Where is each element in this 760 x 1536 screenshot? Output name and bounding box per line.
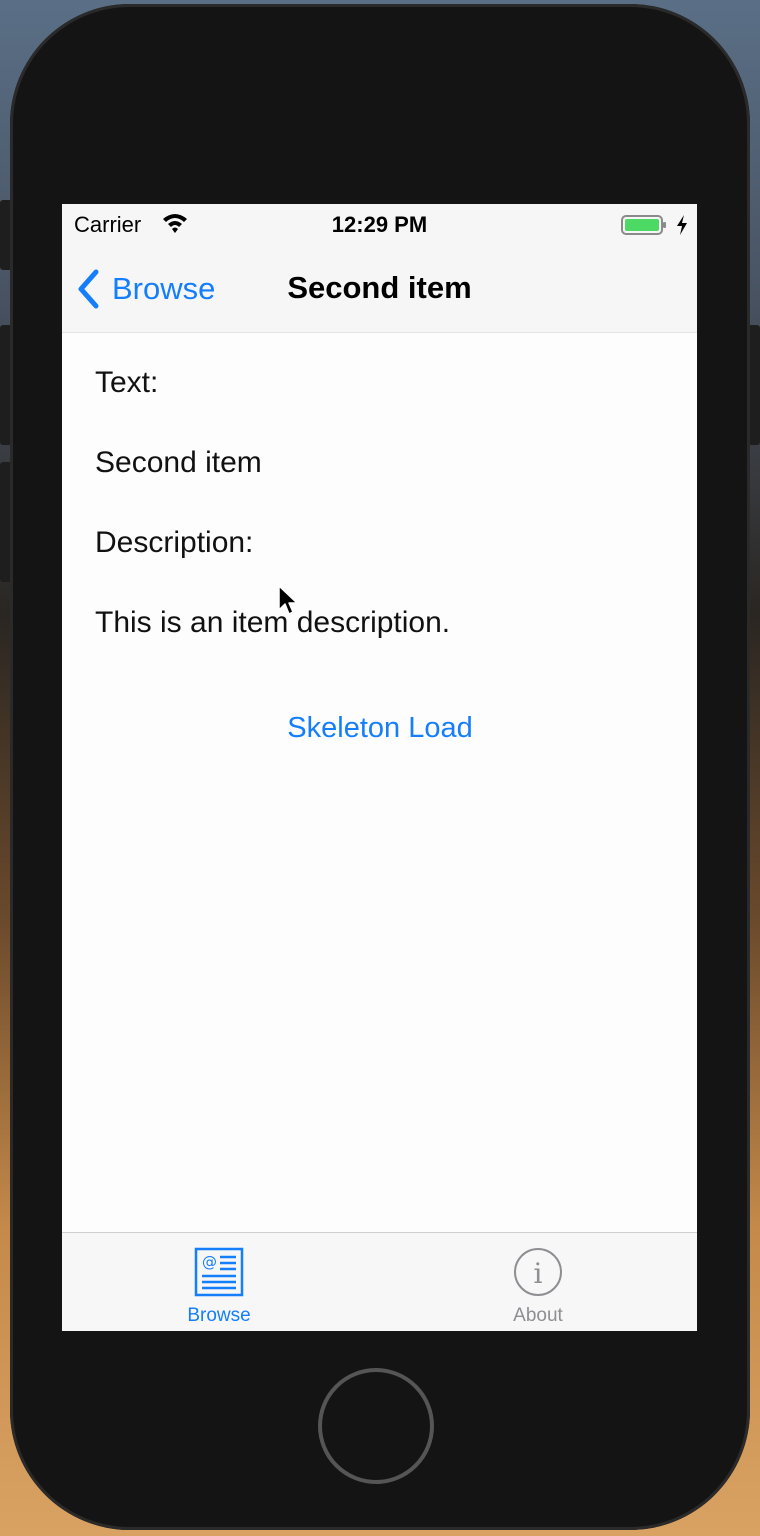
skeleton-load-button[interactable]: Skeleton Load xyxy=(95,712,665,745)
navigation-bar: Browse Second item xyxy=(62,246,697,333)
mouse-cursor-icon xyxy=(278,585,298,615)
battery-icon xyxy=(621,215,666,235)
status-bar: Carrier 12:29 PM xyxy=(62,204,697,246)
text-value: Second item xyxy=(95,446,262,479)
description-value: This is an item description. xyxy=(95,606,451,639)
charging-bolt-icon xyxy=(677,215,687,235)
page-title: Second item xyxy=(287,270,472,305)
status-time: 12:29 PM xyxy=(331,212,428,237)
tab-browse[interactable]: @ Browse xyxy=(139,1233,299,1331)
svg-text:@: @ xyxy=(202,1253,217,1271)
description-label: Description: xyxy=(95,526,254,559)
tab-about-label: About xyxy=(513,1305,563,1326)
home-button[interactable] xyxy=(318,1368,434,1484)
info-icon: i xyxy=(514,1248,562,1296)
browse-list-icon: @ xyxy=(194,1247,244,1297)
svg-text:i: i xyxy=(534,1257,543,1290)
tab-about[interactable]: i About xyxy=(458,1233,618,1331)
tab-bar: @ Browse i About xyxy=(62,1232,697,1331)
app-screen: Carrier 12:29 PM Browse Second item Text… xyxy=(62,204,697,1331)
text-label: Text: xyxy=(95,366,159,399)
tab-browse-label: Browse xyxy=(187,1305,251,1326)
